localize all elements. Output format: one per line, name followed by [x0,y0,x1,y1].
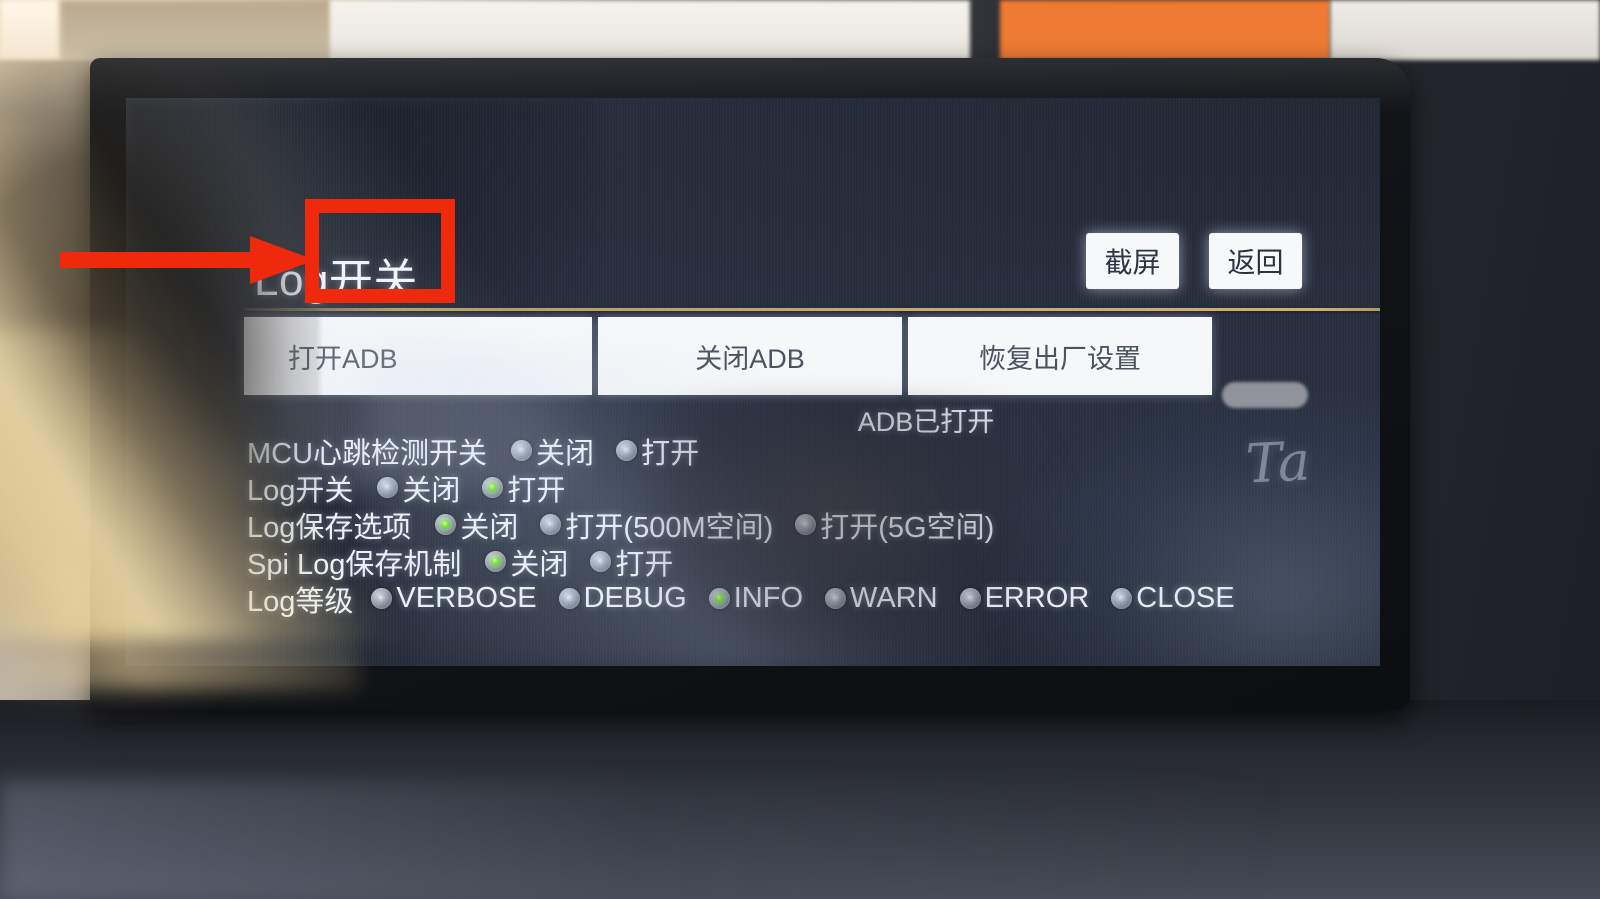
radio-group: 关闭 打开(500M空间) 打开(5G空间) [411,504,994,546]
radio-option[interactable]: 打开 [482,467,565,509]
radio-group: 关闭 打开 [487,430,699,472]
radio-selected-icon[interactable] [485,551,507,572]
back-button[interactable]: 返回 [1209,233,1302,289]
radio-option-label: INFO [733,582,804,614]
photo-frame: Log开关 截屏 返回 打开ADB 关闭ADB 恢复出厂设置 ADB已打开 MC… [0,0,1600,899]
radio-group: 关闭 打开 [461,541,673,583]
reflection-pill-shape [1222,382,1308,408]
radio-option-label: 打开 [507,474,566,507]
radio-unselected-icon[interactable] [1111,588,1133,609]
radio-unselected-icon[interactable] [616,440,638,461]
radio-option[interactable]: 打开 [616,430,699,472]
top-action-bar: 截屏 返回 [1086,233,1302,289]
radio-option[interactable]: ERROR [959,582,1090,615]
background-orange-object [1000,0,1330,60]
radio-option[interactable]: INFO [708,582,804,615]
radio-option-label: 打开(5G空间) [820,511,995,544]
radio-option[interactable]: 关闭 [511,430,594,472]
radio-option-label: ERROR [984,582,1090,614]
background-window-strip-right [1330,0,1600,60]
radio-option[interactable]: CLOSE [1111,582,1235,615]
highlight-box-annotation [305,199,455,303]
window-glare-left [0,0,60,60]
background-upper-left [60,0,330,60]
radio-option[interactable]: 打开 [590,541,673,583]
radio-unselected-icon[interactable] [511,440,533,461]
sun-glare-left-lower [0,330,360,690]
radio-option-label: 关闭 [460,511,519,544]
radio-selected-icon[interactable] [482,477,504,498]
radio-option-label: 打开(500M空间) [565,511,774,544]
radio-unselected-icon[interactable] [590,551,612,572]
radio-option-label: WARN [850,582,938,614]
radio-unselected-icon[interactable] [540,514,562,535]
radio-option-label: 打开 [615,548,674,581]
radio-option[interactable]: 关闭 [485,541,568,583]
factory-reset-button[interactable]: 恢复出厂设置 [908,317,1212,395]
radio-option-label: 关闭 [536,437,595,470]
radio-option-label: DEBUG [583,582,687,614]
radio-option-label: 关闭 [510,548,569,581]
dashboard-sheen [0,780,1600,899]
radio-unselected-icon[interactable] [959,588,981,609]
radio-unselected-icon[interactable] [795,514,817,535]
radio-option-label: 打开 [641,437,700,470]
radio-group: VERBOSE DEBUG INFO WARN ERROR CLOSE [353,582,1235,615]
radio-option[interactable]: 关闭 [435,504,518,546]
background-window-strip [330,0,970,60]
radio-unselected-icon[interactable] [558,588,580,609]
radio-option-label: CLOSE [1136,582,1235,614]
radio-option[interactable]: 打开(500M空间) [540,504,773,546]
radio-option[interactable]: DEBUG [558,582,687,615]
disable-adb-button[interactable]: 关闭ADB [598,317,902,395]
radio-selected-icon[interactable] [708,588,730,609]
radio-option[interactable]: 打开(5G空间) [795,504,994,546]
radio-unselected-icon[interactable] [825,588,847,609]
right-arrow-icon [60,236,315,284]
radio-option[interactable]: WARN [825,582,938,615]
screenshot-button[interactable]: 截屏 [1086,233,1179,289]
